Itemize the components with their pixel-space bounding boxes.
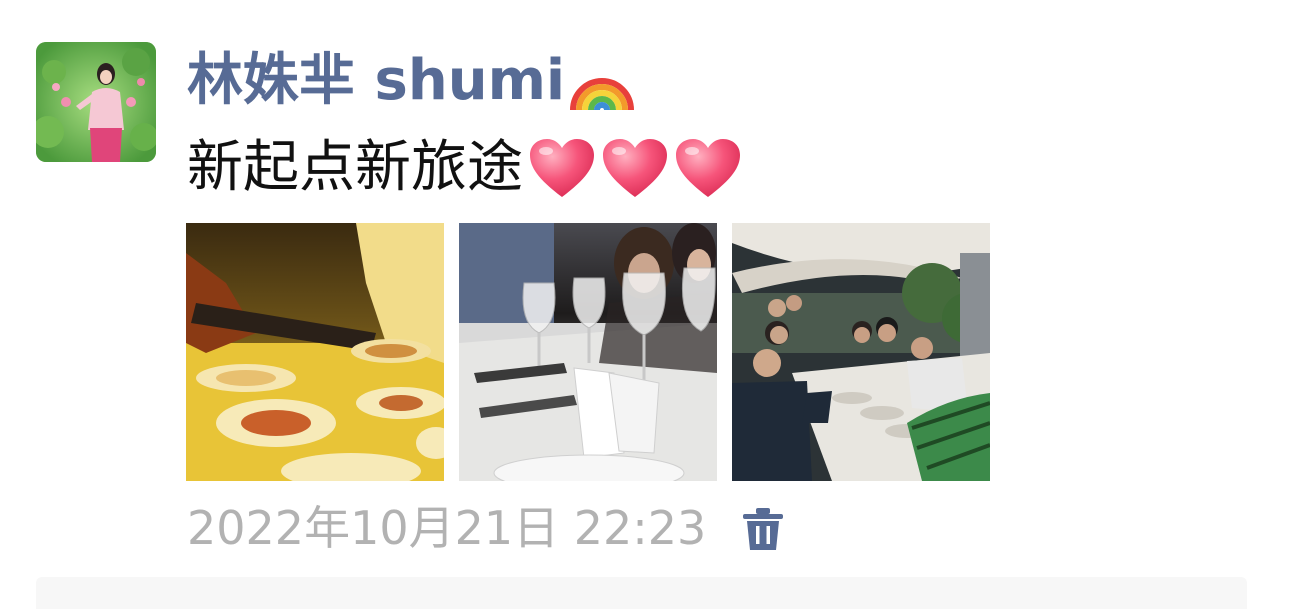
heart-emoji-icon bbox=[674, 137, 742, 203]
heart-emoji-icon bbox=[601, 137, 669, 203]
comment-area bbox=[36, 577, 1247, 609]
moments-post: 林姝芈 shumi 新起点新旅途 2022年10月21日 22:23 bbox=[0, 0, 1290, 609]
post-text: 新起点新旅途 bbox=[187, 135, 523, 200]
post-content: 新起点新旅途 bbox=[187, 133, 742, 203]
author-avatar[interactable] bbox=[36, 42, 156, 162]
heart-emoji-icon bbox=[528, 137, 596, 203]
photo-table-setting[interactable] bbox=[459, 223, 717, 481]
post-meta: 2022年10月21日 22:23 bbox=[187, 496, 785, 560]
rainbow-emoji-icon bbox=[569, 48, 635, 131]
photo-group-dinner[interactable] bbox=[732, 223, 990, 481]
post-timestamp: 2022年10月21日 22:23 bbox=[187, 501, 707, 555]
author-name-row: 林姝芈 shumi bbox=[187, 46, 635, 116]
trash-icon[interactable] bbox=[741, 506, 785, 552]
author-name[interactable]: 林姝芈 shumi bbox=[187, 48, 565, 113]
photo-food-plating[interactable] bbox=[186, 223, 444, 481]
